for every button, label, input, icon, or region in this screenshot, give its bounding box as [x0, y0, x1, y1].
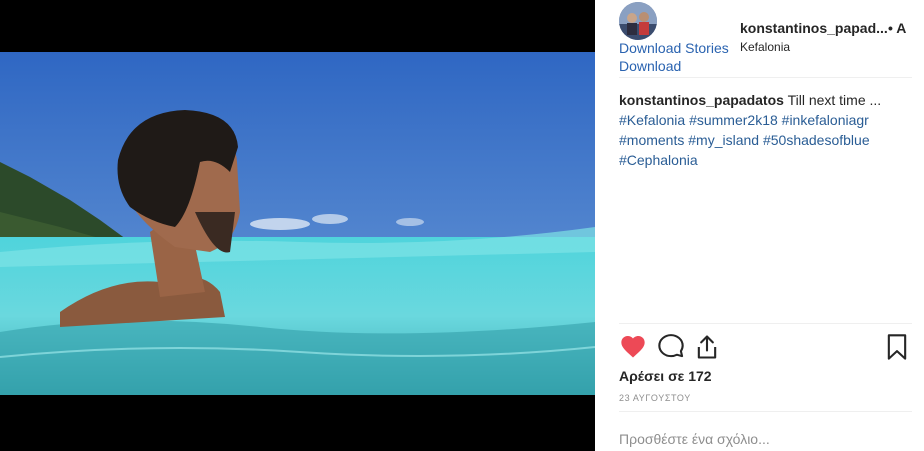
caption-text: Till next time ...	[787, 92, 882, 108]
caption-username[interactable]: konstantinos_papadatos	[619, 92, 784, 108]
post-sidebar: Download Stories Download konstantinos_p…	[595, 0, 924, 451]
comment-icon[interactable]	[657, 333, 685, 361]
actions-divider	[619, 323, 912, 324]
share-icon[interactable]	[693, 333, 721, 361]
download-link[interactable]: Download	[619, 58, 681, 74]
hashtag[interactable]: #inkefaloniagr	[782, 112, 869, 128]
heart-icon[interactable]	[619, 333, 647, 361]
post-actions	[619, 333, 911, 361]
hashtag[interactable]: #moments	[619, 132, 684, 148]
comment-divider	[619, 411, 912, 412]
post-date[interactable]: 23 ΑΥΓΟΥΣΤΟΥ	[619, 393, 691, 403]
follow-link[interactable]: • A	[888, 20, 906, 36]
post-username[interactable]: konstantinos_papad...	[740, 20, 888, 36]
hashtag[interactable]: #50shadesofblue	[763, 132, 870, 148]
header-divider	[619, 77, 912, 78]
hashtag[interactable]: #Kefalonia	[619, 112, 685, 128]
comment-input[interactable]: Προσθέστε ένα σχόλιο...	[619, 431, 770, 447]
post-photo[interactable]	[0, 52, 595, 395]
hashtag[interactable]: #summer2k18	[689, 112, 778, 128]
hashtag[interactable]: #Cephalonia	[619, 152, 698, 168]
post-caption: konstantinos_papadatos Till next time ..…	[619, 90, 909, 170]
hashtag[interactable]: #my_island	[688, 132, 759, 148]
likes-count[interactable]: Αρέσει σε 172	[619, 368, 712, 384]
download-stories-link[interactable]: Download Stories	[619, 40, 729, 56]
avatar[interactable]	[619, 2, 657, 40]
bookmark-icon[interactable]	[883, 333, 911, 361]
post-media	[0, 0, 595, 451]
avatar-image-icon	[619, 2, 657, 40]
post-location[interactable]: Kefalonia	[740, 40, 790, 54]
